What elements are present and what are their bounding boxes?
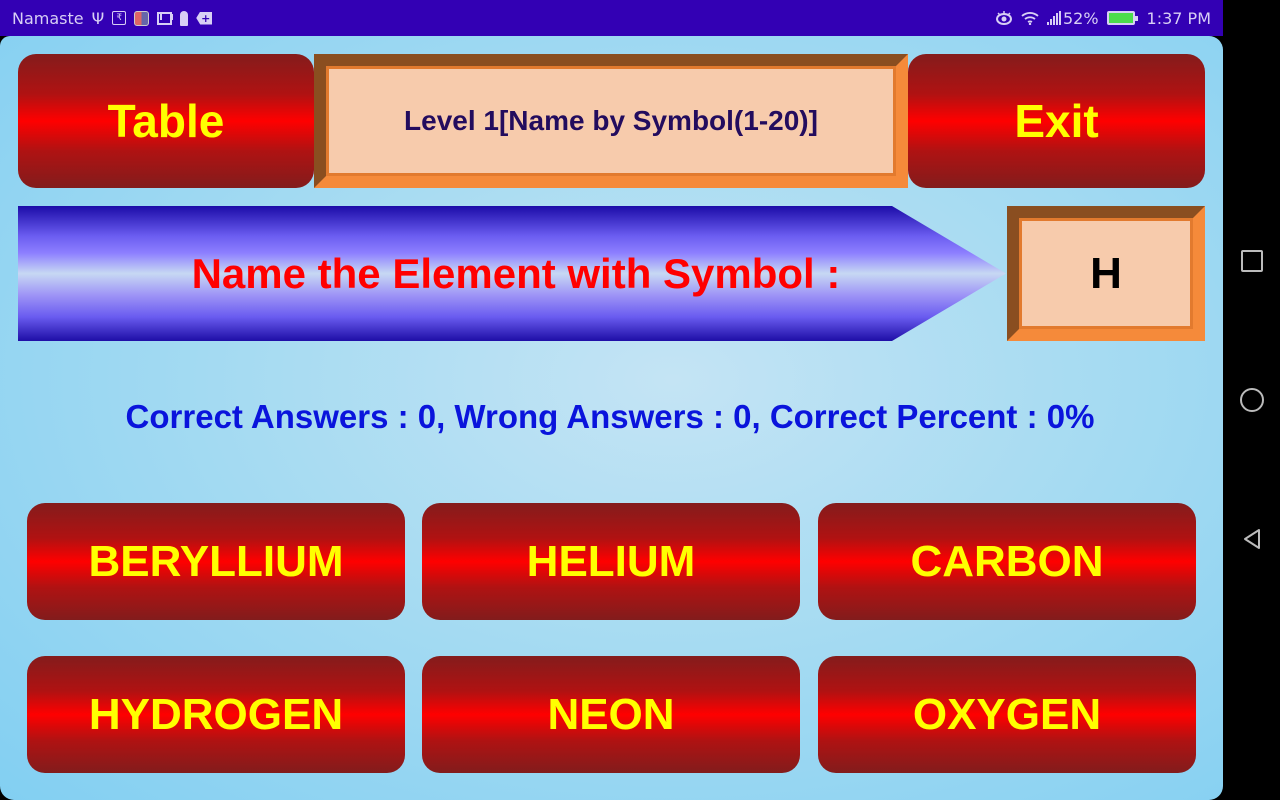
element-symbol: H [1090,248,1122,298]
answer-button[interactable]: HYDROGEN [27,656,405,773]
battery-percent: 52% [1062,8,1099,28]
score-summary: Correct Answers : 0, Wrong Answers : 0, … [125,398,1095,435]
battery-charging-icon [1106,11,1138,25]
answer-label: OXYGEN [912,689,1102,739]
exit-button-label: Exit [1014,95,1099,147]
answer-button[interactable]: HELIUM [422,503,800,620]
level-title-panel: Level 1[Name by Symbol(1-20)] [314,54,908,188]
usb-icon: Ψ [91,8,105,28]
level-title: Level 1[Name by Symbol(1-20)] [404,105,818,136]
answer-label: HELIUM [526,536,696,586]
answer-label: CARBON [910,536,1104,586]
answer-label: HYDROGEN [88,689,344,739]
tag-plus-icon: + [196,11,213,25]
table-button-label: Table [107,95,225,147]
answer-button[interactable]: BERYLLIUM [27,503,405,620]
quiz-screen: Table Level 1[Name by Symbol(1-20)] Exit… [0,36,1223,800]
table-button[interactable]: Table [18,54,314,188]
answer-label: BERYLLIUM [88,536,344,586]
exit-button[interactable]: Exit [908,54,1205,188]
eye-comfort-icon [995,11,1013,25]
status-bar-right: 52% 1:37 PM [995,9,1211,28]
signal-icon [1046,11,1061,25]
recent-apps-icon[interactable] [1241,250,1263,272]
wifi-icon [1021,11,1039,25]
answer-button[interactable]: CARBON [818,503,1196,620]
rupee-app-icon: ₹ [112,11,127,25]
carrier-label: Namaste [12,8,84,28]
clock: 1:37 PM [1146,8,1211,28]
answer-label: NEON [547,689,675,739]
answer-button[interactable]: NEON [422,656,800,773]
status-bar-left: Namaste Ψ ₹ + [12,8,213,28]
keyhole-icon [180,10,189,26]
answer-button[interactable]: OXYGEN [818,656,1196,773]
question-prompt: Name the Element with Symbol : [191,249,841,297]
element-symbol-panel: H [1007,206,1205,341]
home-icon[interactable] [1240,388,1264,412]
question-prompt-banner: Name the Element with Symbol : [18,206,1006,341]
status-bar: Namaste Ψ ₹ + 52% 1:37 PM [0,0,1223,36]
back-icon[interactable] [1240,527,1264,551]
mail-icon [157,11,173,25]
shield-app-icon [134,10,150,26]
navigation-bar [1223,0,1280,800]
